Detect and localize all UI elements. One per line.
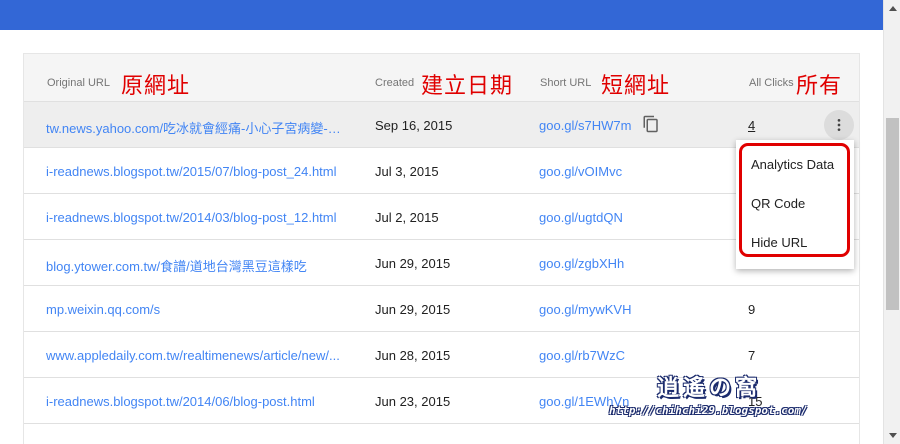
annotation-original-url: 原網址 (121, 74, 191, 99)
table-row[interactable]: i-readnews.blogspot.tw/2014/03/blog-post… (24, 194, 859, 240)
short-url-link[interactable]: goo.gl/ugtdQN (539, 210, 623, 225)
scroll-up-button[interactable] (884, 0, 900, 17)
table-row[interactable]: i-readnews.blogspot.tw/2015/07/blog-post… (24, 148, 859, 194)
table-row[interactable]: mp.weixin.qq.com/s Jun 29, 2015 goo.gl/m… (24, 286, 859, 332)
column-header-created[interactable]: Created (375, 77, 414, 89)
original-url-link[interactable]: www.appledaily.com.tw/realtimenews/artic… (46, 348, 340, 363)
short-url-link[interactable]: goo.gl/rb7WzC (539, 348, 625, 363)
menu-highlight-frame (739, 143, 850, 257)
original-url-link[interactable]: tw.news.yahoo.com/吃冰就會經痛-小心子宮病變-1... (46, 118, 342, 137)
annotation-created: 建立日期 (421, 74, 514, 99)
clicks-count[interactable]: 4 (748, 118, 755, 133)
copy-icon[interactable] (642, 115, 660, 133)
created-date: Sep 16, 2015 (375, 118, 453, 133)
created-date: Jun 28, 2015 (375, 348, 451, 363)
short-url-link[interactable]: goo.gl/mywKVH (539, 302, 631, 317)
column-header-all-clicks[interactable]: All Clicks (749, 77, 794, 89)
short-url-link[interactable]: goo.gl/vOIMvc (539, 164, 622, 179)
arrow-down-icon (888, 433, 897, 438)
watermark-title: 逍遙の窩 (657, 375, 762, 401)
original-url-link[interactable]: blog.ytower.com.tw/食譜/道地台灣黑豆這樣吃 (46, 256, 307, 275)
created-date: Jul 2, 2015 (375, 210, 439, 225)
original-url-link[interactable]: i-readnews.blogspot.tw/2014/06/blog-post… (46, 394, 315, 409)
watermark-url: http://chihchi29.blogspot.com/ (609, 404, 808, 417)
original-url-link[interactable]: i-readnews.blogspot.tw/2015/07/blog-post… (46, 164, 337, 179)
top-app-bar (0, 0, 884, 30)
column-header-short-url[interactable]: Short URL (540, 77, 591, 89)
created-date: Jun 29, 2015 (375, 256, 451, 271)
arrow-up-icon (888, 6, 897, 11)
vertical-scrollbar[interactable] (883, 0, 900, 444)
scrollbar-thumb[interactable] (886, 118, 899, 310)
short-url-link[interactable]: goo.gl/s7HW7m (539, 118, 631, 133)
scroll-down-button[interactable] (884, 427, 900, 444)
column-header-original-url[interactable]: Original URL (47, 77, 110, 89)
watermark: 逍遙の窩 http://chihchi29.blogspot.com/ (603, 370, 813, 426)
table-row[interactable]: blog.ytower.com.tw/食譜/道地台灣黑豆這樣吃 Jun 29, … (24, 240, 859, 286)
clicks-count: 9 (748, 302, 756, 317)
table-header: Original URL Created Short URL All Click… (24, 54, 859, 131)
created-date: Jun 29, 2015 (375, 302, 451, 317)
clicks-count: 7 (748, 348, 756, 363)
more-vert-icon (837, 119, 841, 131)
short-url-link[interactable]: goo.gl/zgbXHh (539, 256, 624, 271)
original-url-link[interactable]: i-readnews.blogspot.tw/2014/03/blog-post… (46, 210, 337, 225)
original-url-link[interactable]: mp.weixin.qq.com/s (46, 302, 160, 317)
created-date: Jun 23, 2015 (375, 394, 451, 409)
annotation-short-url: 短網址 (601, 74, 671, 99)
table-row[interactable]: tw.news.yahoo.com/吃冰就會經痛-小心子宮病變-1... Sep… (24, 102, 859, 148)
more-options-button[interactable] (824, 110, 854, 140)
created-date: Jul 3, 2015 (375, 164, 439, 179)
